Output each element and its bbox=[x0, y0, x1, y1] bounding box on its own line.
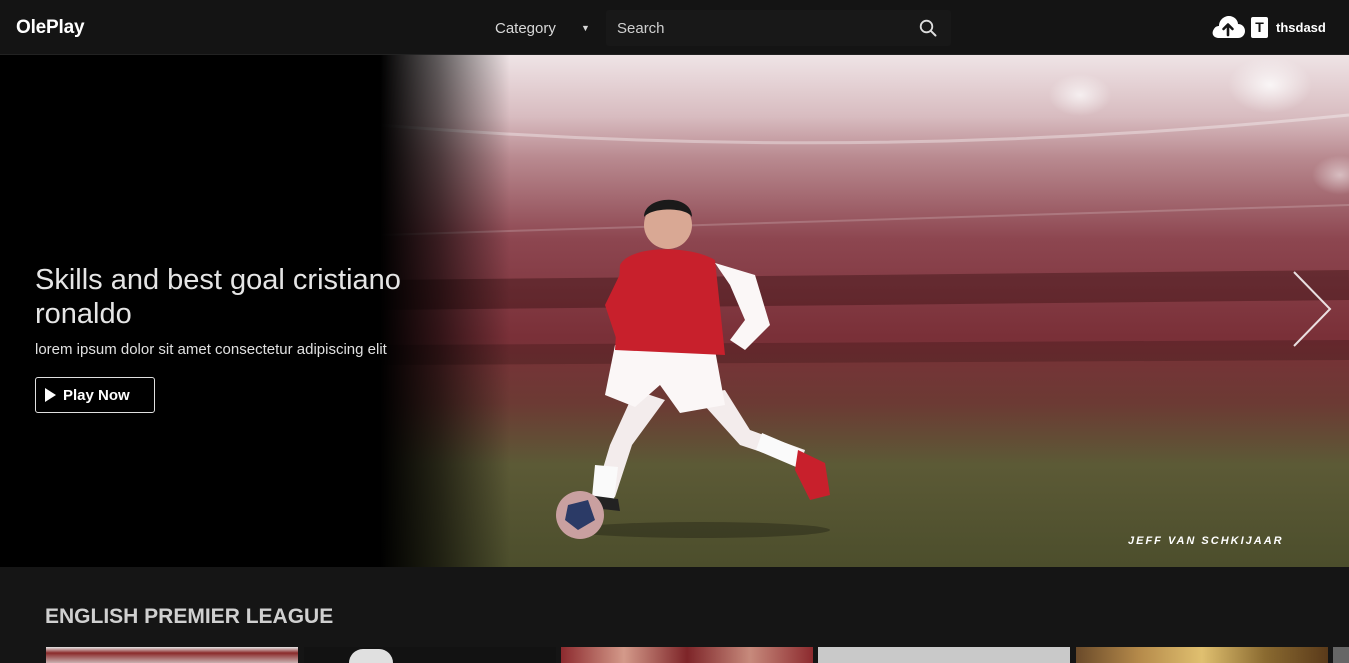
stadium-decoration bbox=[380, 113, 1349, 365]
play-icon bbox=[45, 388, 56, 402]
hero-banner: JEFF VAN SCHKIJAAR Skills and best goal … bbox=[0, 55, 1349, 567]
hero-subtitle: lorem ipsum dolor sit amet consectetur a… bbox=[35, 341, 387, 358]
caret-down-icon[interactable]: ▼ bbox=[581, 23, 590, 33]
top-navbar: OlePlay Category ▼ T thsdasd bbox=[0, 0, 1349, 55]
section-title: ENGLISH PREMIER LEAGUE bbox=[45, 605, 334, 628]
video-thumbnail[interactable] bbox=[1076, 647, 1328, 663]
hero-title: Skills and best goal cristiano ronaldo bbox=[35, 264, 401, 330]
search-input[interactable] bbox=[606, 10, 906, 46]
video-thumbnail[interactable] bbox=[818, 647, 1070, 663]
cloud-upload-icon[interactable] bbox=[1211, 14, 1245, 40]
category-dropdown[interactable]: Category bbox=[495, 20, 556, 37]
play-now-button[interactable]: Play Now bbox=[35, 377, 155, 413]
chevron-right-icon[interactable] bbox=[1290, 270, 1334, 348]
video-thumbnail[interactable] bbox=[46, 647, 298, 663]
search-box bbox=[606, 10, 951, 46]
video-thumbnail[interactable] bbox=[304, 647, 556, 663]
player-illustration bbox=[556, 199, 830, 539]
video-thumbnail[interactable] bbox=[1333, 647, 1349, 663]
search-icon[interactable] bbox=[918, 18, 938, 38]
brand-logo[interactable]: OlePlay bbox=[16, 17, 85, 39]
photo-watermark: JEFF VAN SCHKIJAAR bbox=[1128, 535, 1284, 547]
username[interactable]: thsdasd bbox=[1276, 20, 1326, 35]
play-now-label: Play Now bbox=[63, 387, 130, 404]
hero-image bbox=[380, 55, 1349, 567]
avatar[interactable]: T bbox=[1251, 17, 1268, 38]
video-thumbnail[interactable] bbox=[561, 647, 813, 663]
